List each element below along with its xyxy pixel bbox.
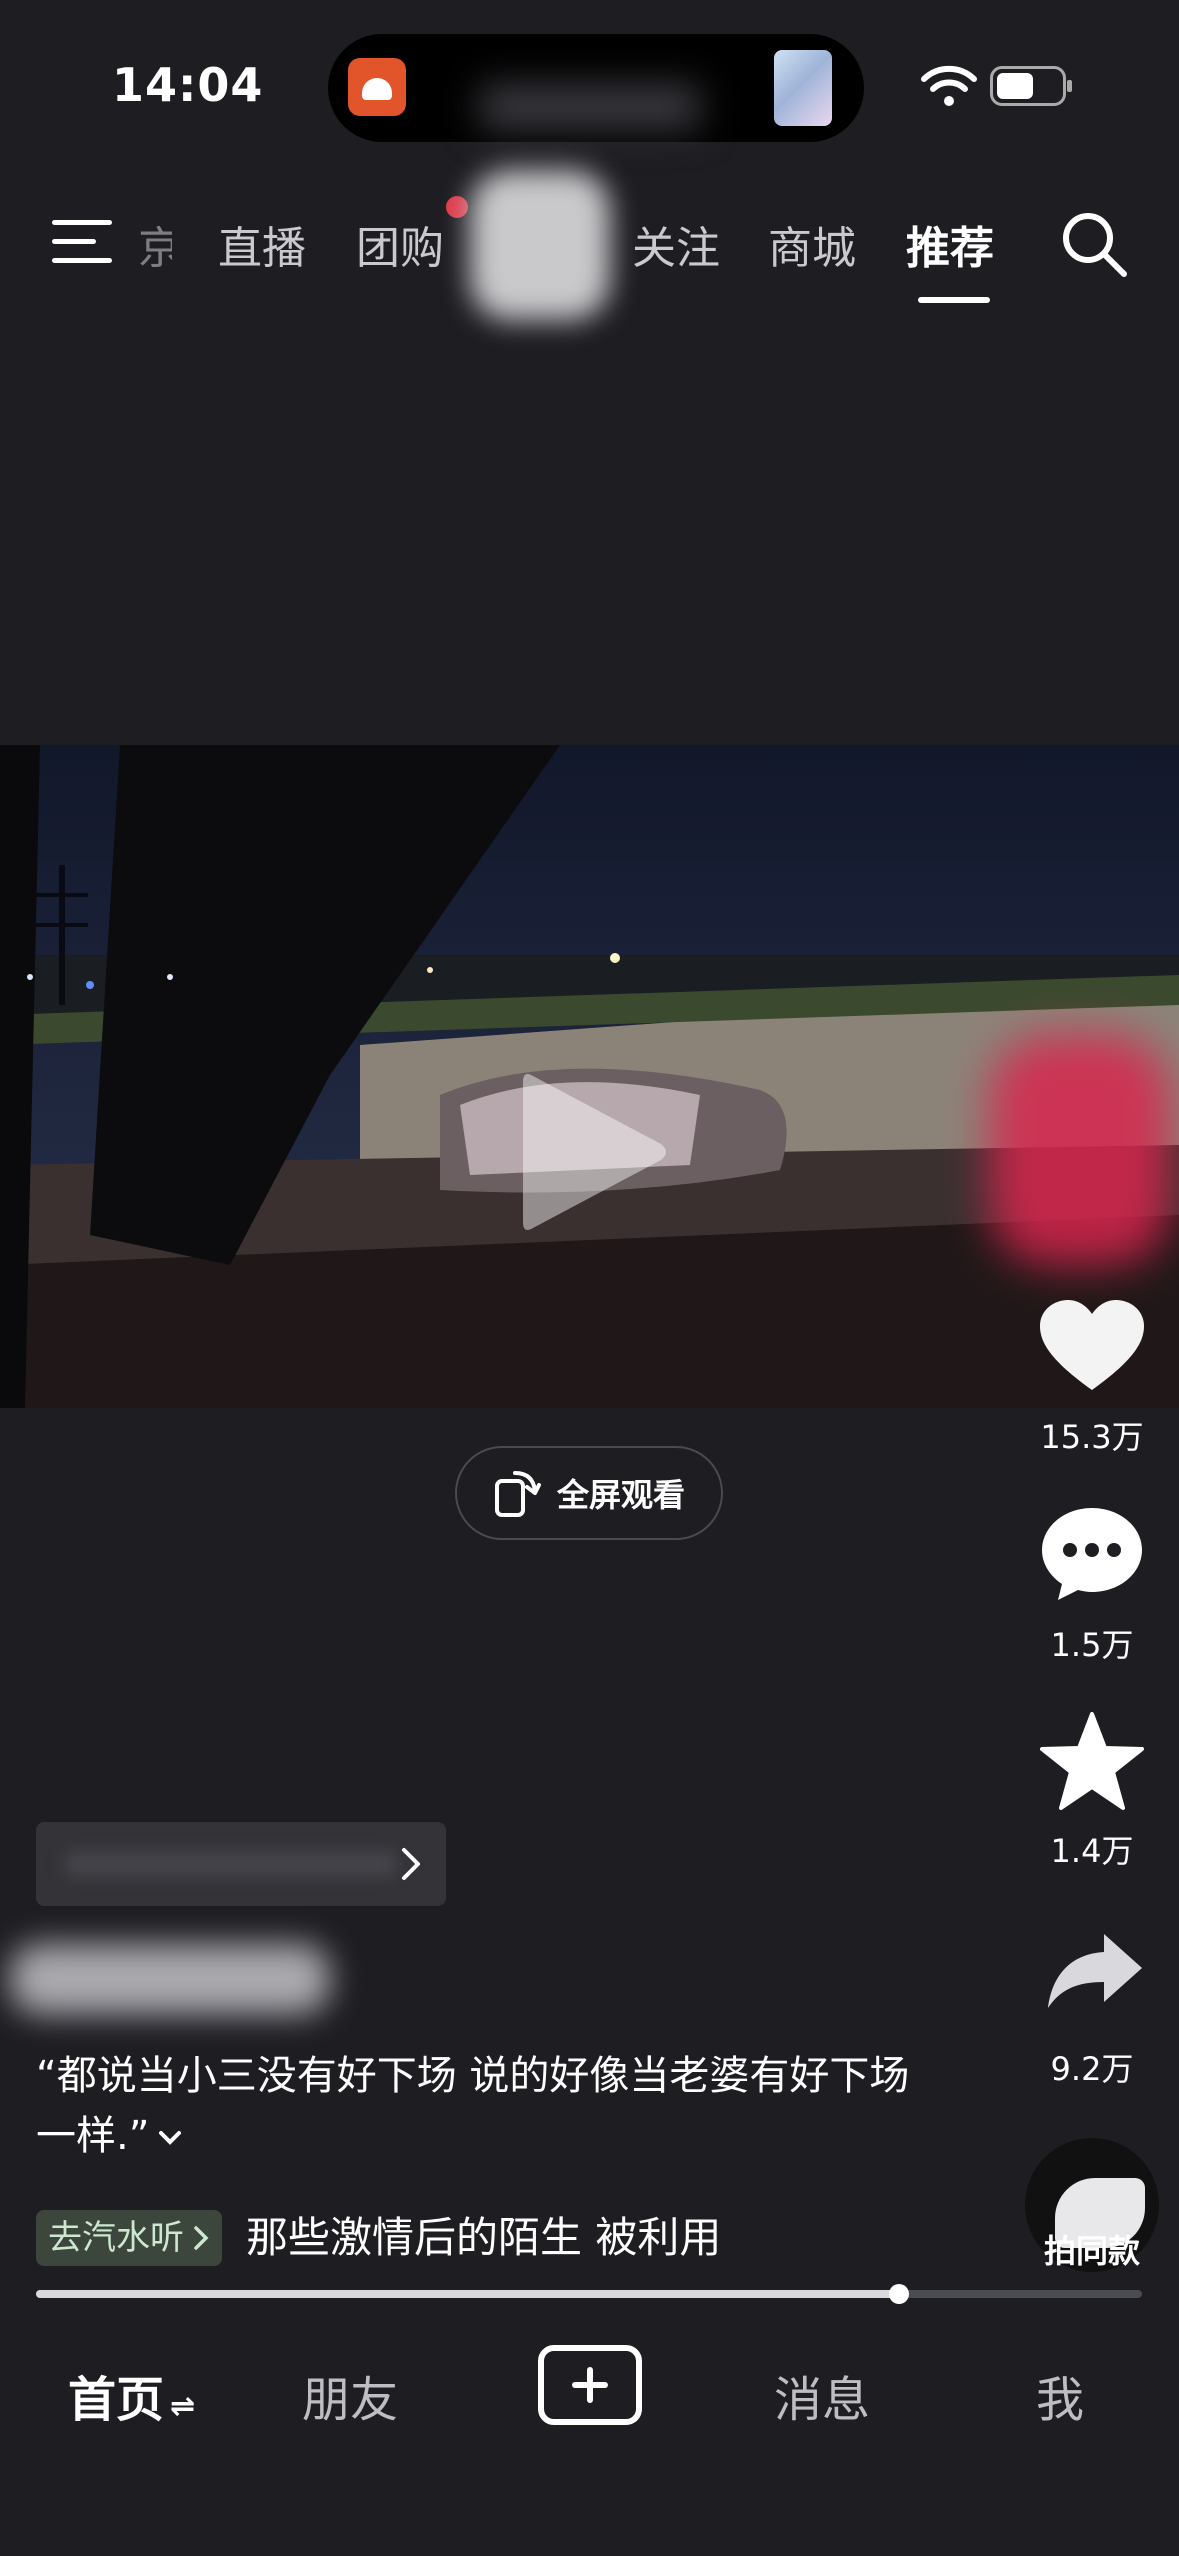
wifi-icon: [921, 65, 977, 106]
music-tag-label: 去汽水听: [48, 2218, 184, 2258]
rotate-screen-icon: [494, 1471, 541, 1517]
tab-home-label: 首页: [68, 2372, 165, 2428]
play-icon[interactable]: [505, 1062, 677, 1242]
progress-handle[interactable]: [889, 2284, 909, 2304]
nav-item-live[interactable]: 直播: [218, 212, 306, 276]
favorite-count: 1.4万: [1050, 1832, 1134, 1870]
nav-item-mall[interactable]: 商城: [768, 212, 856, 276]
tomato-app-icon[interactable]: [348, 58, 406, 116]
blurred-anchor-text: [66, 1852, 396, 1876]
menu-icon[interactable]: [52, 216, 116, 268]
nav-item-jing[interactable]: 京: [138, 212, 172, 276]
remix-label[interactable]: 拍同款: [1012, 2226, 1172, 2272]
nav-item-follow[interactable]: 关注: [632, 212, 720, 276]
refresh-switch-icon: ⇌: [170, 2389, 196, 2424]
share-icon[interactable]: [1046, 1930, 1144, 2010]
post-caption[interactable]: “都说当小三没有好下场 说的好像当老婆有好下场一样.”: [36, 2046, 916, 2166]
nav-item-recommend[interactable]: 推荐: [906, 212, 994, 276]
fullscreen-label: 全屏观看: [556, 1476, 685, 1514]
share-count: 9.2万: [1050, 2050, 1134, 2088]
tab-home[interactable]: 首页 ⇌: [68, 2360, 195, 2430]
comment-count: 1.5万: [1050, 1626, 1134, 1664]
chevron-right-icon: [402, 1848, 420, 1880]
blurred-author-name[interactable]: [10, 1944, 330, 2014]
anchor-link-box[interactable]: [36, 1822, 446, 1906]
tab-me[interactable]: 我: [1036, 2360, 1084, 2430]
tab-messages[interactable]: 消息: [774, 2360, 870, 2430]
active-tab-indicator: [918, 297, 990, 303]
fullscreen-button[interactable]: 全屏观看: [455, 1446, 723, 1540]
tab-friends[interactable]: 朋友: [302, 2360, 398, 2430]
like-heart-icon[interactable]: [1040, 1300, 1144, 1392]
blurred-nav-item: [470, 170, 610, 320]
music-app-tag[interactable]: 去汽水听: [36, 2210, 222, 2266]
plus-icon: [572, 2367, 608, 2403]
live-badge-dot: [446, 196, 468, 218]
chevron-right-icon: [194, 2226, 209, 2250]
search-icon[interactable]: [1060, 210, 1130, 280]
status-time: 14:04: [112, 58, 264, 112]
progress-fill: [36, 2290, 899, 2298]
create-post-button[interactable]: [538, 2345, 642, 2425]
battery-icon: [990, 66, 1072, 106]
nav-item-group-buy[interactable]: 团购: [356, 212, 444, 276]
music-artwork-icon[interactable]: [774, 50, 832, 126]
music-title-marquee[interactable]: 那些激情后的陌生 被利用: [246, 2210, 726, 2266]
blurred-sticker: [990, 1035, 1170, 1265]
blurred-island-content: [480, 84, 700, 130]
like-count: 15.3万: [1040, 1418, 1144, 1456]
expand-chevron-icon[interactable]: [155, 2125, 185, 2149]
favorite-star-icon[interactable]: [1040, 1712, 1144, 1810]
comment-icon[interactable]: [1040, 1506, 1144, 1602]
